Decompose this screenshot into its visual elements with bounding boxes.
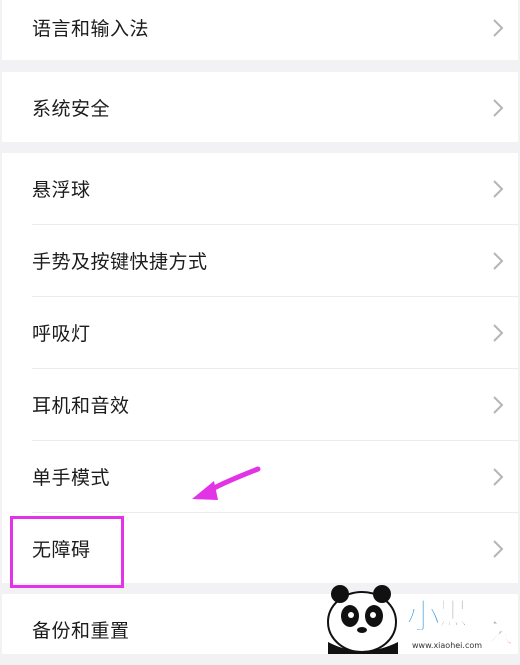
- svg-text:黑: 黑: [438, 597, 468, 632]
- row-system-security[interactable]: 系统安全: [2, 72, 518, 143]
- svg-text:小: 小: [406, 597, 440, 637]
- panda-mascot-icon: 小 黑 游戏 www.xiaohei.com: [327, 585, 515, 654]
- row-label: 系统安全: [32, 98, 111, 120]
- row-language-input[interactable]: 语言和输入法: [2, 0, 518, 63]
- highlight-box: [10, 516, 124, 588]
- row-one-hand-mode[interactable]: 单手模式: [2, 441, 518, 512]
- watermark-logo: 小 黑 游戏 www.xiaohei.com: [320, 582, 520, 654]
- row-gesture-shortcuts[interactable]: 手势及按键快捷方式: [2, 225, 518, 296]
- row-label: 备份和重置: [32, 620, 130, 642]
- chevron-right-icon: [493, 467, 504, 486]
- row-breathing-light[interactable]: 呼吸灯: [2, 297, 518, 368]
- row-label: 手势及按键快捷方式: [32, 251, 208, 273]
- chevron-right-icon: [493, 98, 504, 117]
- row-label: 语言和输入法: [32, 18, 150, 40]
- chevron-right-icon: [493, 18, 504, 37]
- settings-group-1: 语言和输入法: [2, 0, 518, 60]
- svg-text:www.xiaohei.com: www.xiaohei.com: [412, 641, 482, 650]
- settings-group-2: 系统安全: [2, 72, 518, 142]
- row-label: 悬浮球: [32, 179, 91, 201]
- chevron-right-icon: [493, 395, 504, 414]
- chevron-right-icon: [493, 251, 504, 270]
- chevron-right-icon: [493, 539, 504, 558]
- chevron-right-icon: [493, 179, 504, 198]
- row-floating-ball[interactable]: 悬浮球: [2, 153, 518, 224]
- row-label: 呼吸灯: [32, 323, 91, 345]
- row-label: 耳机和音效: [32, 395, 130, 417]
- row-earphones-audio[interactable]: 耳机和音效: [2, 369, 518, 440]
- row-label: 单手模式: [32, 467, 111, 489]
- chevron-right-icon: [493, 323, 504, 342]
